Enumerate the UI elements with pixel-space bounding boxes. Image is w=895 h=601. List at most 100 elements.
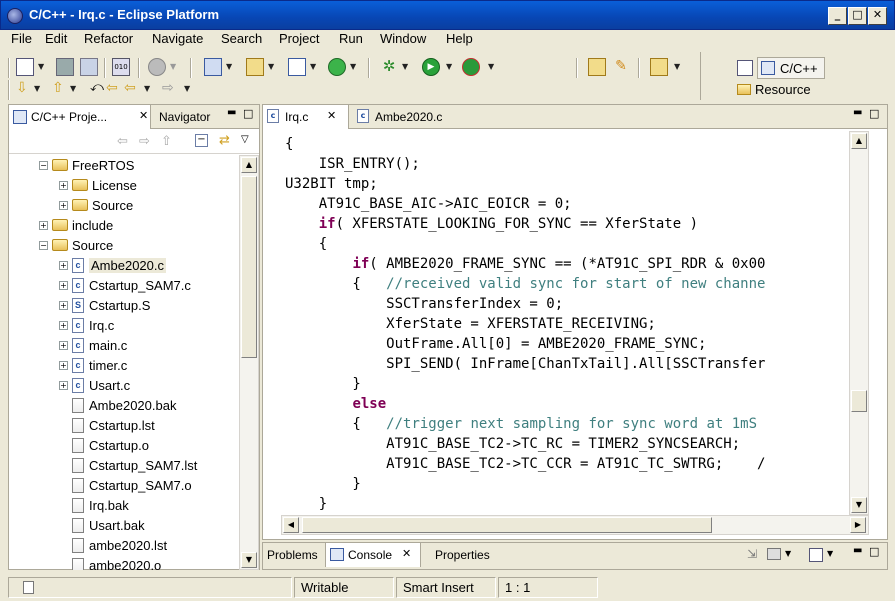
gear-icon[interactable] [148, 58, 166, 76]
tree-item[interactable]: + c Usart.c [9, 375, 130, 395]
expand-icon[interactable]: + [59, 320, 68, 330]
external-tools-icon[interactable] [462, 58, 480, 76]
scroll-down-icon[interactable]: ▼ [241, 552, 257, 568]
expand-icon[interactable]: + [59, 360, 68, 370]
view-menu-icon[interactable]: ▽ [241, 134, 249, 145]
menu-search[interactable]: Search [221, 31, 262, 46]
open-type-icon[interactable] [588, 58, 606, 76]
minimize-view-icon[interactable]: ▬ [227, 107, 236, 118]
tab-ambe2020-c[interactable]: Ambe2020.c [375, 110, 442, 124]
new-project-icon[interactable] [204, 58, 222, 76]
editor-vscroll-thumb[interactable] [851, 390, 867, 412]
tree-item[interactable]: Usart.bak [9, 515, 145, 535]
previous-annotation-dropdown-icon[interactable]: ▼ [70, 84, 76, 93]
minimize-view-icon[interactable]: ▬ [853, 107, 862, 118]
tree-scroll-thumb[interactable] [241, 176, 257, 358]
maximize-view-icon[interactable]: □ [869, 107, 879, 120]
expand-icon[interactable]: + [59, 200, 68, 210]
open-perspective-icon[interactable] [737, 60, 753, 76]
save-icon[interactable] [56, 58, 74, 76]
menu-file[interactable]: File [11, 31, 32, 46]
close-icon[interactable]: ✕ [402, 547, 411, 560]
external-tools-dropdown-icon[interactable]: ▼ [488, 62, 494, 71]
close-icon[interactable]: ✕ [327, 109, 336, 122]
open-console-dropdown-icon[interactable]: ▼ [827, 549, 833, 558]
tab-cpp-projects[interactable]: C/C++ Proje... ✕ [9, 105, 151, 129]
forward-dropdown-icon[interactable]: ▼ [184, 84, 190, 93]
up-icon[interactable]: ⇧ [161, 134, 172, 149]
tab-problems[interactable]: Problems [267, 548, 318, 562]
open-console-icon[interactable] [809, 548, 823, 562]
tree-item[interactable]: + c Irq.c [9, 315, 114, 335]
expand-icon[interactable]: + [59, 380, 68, 390]
tree-item[interactable]: Irq.bak [9, 495, 129, 515]
tree-item[interactable]: Cstartup_SAM7.lst [9, 455, 197, 475]
open-folder-icon[interactable] [650, 58, 668, 76]
collapse-all-icon[interactable]: − [195, 134, 208, 147]
editor-vertical-scrollbar[interactable]: ▲ ▼ [849, 131, 869, 515]
tree-item[interactable]: + S Cstartup.S [9, 295, 150, 315]
tree-item[interactable]: Cstartup_SAM7.o [9, 475, 192, 495]
tree-scrollbar[interactable]: ▲ ▼ [239, 155, 259, 570]
maximize-view-icon[interactable]: □ [869, 545, 879, 558]
new-file-dropdown-icon[interactable]: ▼ [310, 62, 316, 71]
perspective-resource[interactable]: Resource [735, 82, 835, 100]
link-with-editor-icon[interactable]: ⇄ [219, 133, 230, 148]
run-dropdown-icon[interactable]: ▼ [446, 62, 452, 71]
gear-dropdown-icon[interactable]: ▼ [170, 62, 176, 71]
minimize-view-icon[interactable]: ▬ [853, 545, 862, 556]
tab-irq-c[interactable]: c Irq.c ✕ [263, 105, 349, 129]
scroll-right-icon[interactable]: ▶ [850, 517, 866, 533]
scroll-up-icon[interactable]: ▲ [851, 133, 867, 149]
print-icon[interactable] [80, 58, 98, 76]
menu-project[interactable]: Project [279, 31, 319, 46]
code-area[interactable]: { ISR_ENTRY(); U32BIT tmp; AT91C_BASE_AIC… [263, 131, 849, 515]
expand-icon[interactable]: + [59, 340, 68, 350]
next-annotation-dropdown-icon[interactable]: ▼ [34, 84, 40, 93]
new-class-dropdown-icon[interactable]: ▼ [350, 62, 356, 71]
minimize-button[interactable]: _ [828, 7, 847, 25]
new-class-icon[interactable] [328, 58, 346, 76]
search-flashlight-icon[interactable]: ✎ [612, 58, 630, 76]
menu-refactor[interactable]: Refactor [84, 31, 133, 46]
display-console-icon[interactable] [767, 548, 781, 560]
collapse-icon[interactable]: − [39, 240, 48, 250]
scroll-down-icon[interactable]: ▼ [851, 497, 867, 513]
perspective-cpp[interactable]: C/C++ [757, 57, 825, 79]
tab-console[interactable]: Console ✕ [325, 543, 421, 567]
tree-item[interactable]: + License [9, 175, 137, 195]
back-dropdown-icon[interactable]: ▼ [144, 84, 150, 93]
editor-horizontal-scrollbar[interactable]: ◀ ▶ [281, 515, 869, 535]
tree-item[interactable]: + include [9, 215, 113, 235]
expand-icon[interactable]: + [59, 280, 68, 290]
tree-item[interactable]: + c main.c [9, 335, 127, 355]
menu-help[interactable]: Help [446, 31, 473, 46]
new-folder-dropdown-icon[interactable]: ▼ [268, 62, 274, 71]
tree-item[interactable]: + c Cstartup_SAM7.c [9, 275, 191, 295]
tree-item[interactable]: − FreeRTOS [9, 155, 134, 175]
back-arrow-icon[interactable]: ⇦ [124, 80, 142, 98]
tree-item[interactable]: − Source [9, 235, 113, 255]
build-icon[interactable]: 010 [112, 58, 130, 76]
menu-run[interactable]: Run [339, 31, 363, 46]
tree-item[interactable]: Cstartup.o [9, 435, 149, 455]
tab-navigator[interactable]: Navigator [159, 110, 210, 124]
editor-hscroll-thumb[interactable] [302, 517, 712, 533]
maximize-button[interactable]: □ [848, 7, 867, 25]
tree-item[interactable]: ambe2020.lst [9, 535, 167, 555]
expand-icon[interactable]: + [59, 260, 68, 270]
menu-navigate[interactable]: Navigate [152, 31, 203, 46]
tree-item[interactable]: Ambe2020.bak [9, 395, 176, 415]
expand-icon[interactable]: + [39, 220, 48, 230]
tree-item[interactable]: + Source [9, 195, 133, 215]
menu-window[interactable]: Window [380, 31, 426, 46]
display-console-dropdown-icon[interactable]: ▼ [785, 549, 791, 558]
new-icon[interactable] [16, 58, 34, 76]
tree-item[interactable]: ambe2020.o [9, 555, 161, 570]
scroll-up-icon[interactable]: ▲ [241, 157, 257, 173]
debug-icon[interactable]: ✲ [380, 58, 398, 76]
new-project-dropdown-icon[interactable]: ▼ [226, 62, 232, 71]
next-annotation-icon[interactable]: ⇩ [16, 80, 34, 98]
pin-console-icon[interactable]: ⇲ [747, 547, 757, 561]
scroll-left-icon[interactable]: ◀ [283, 517, 299, 533]
